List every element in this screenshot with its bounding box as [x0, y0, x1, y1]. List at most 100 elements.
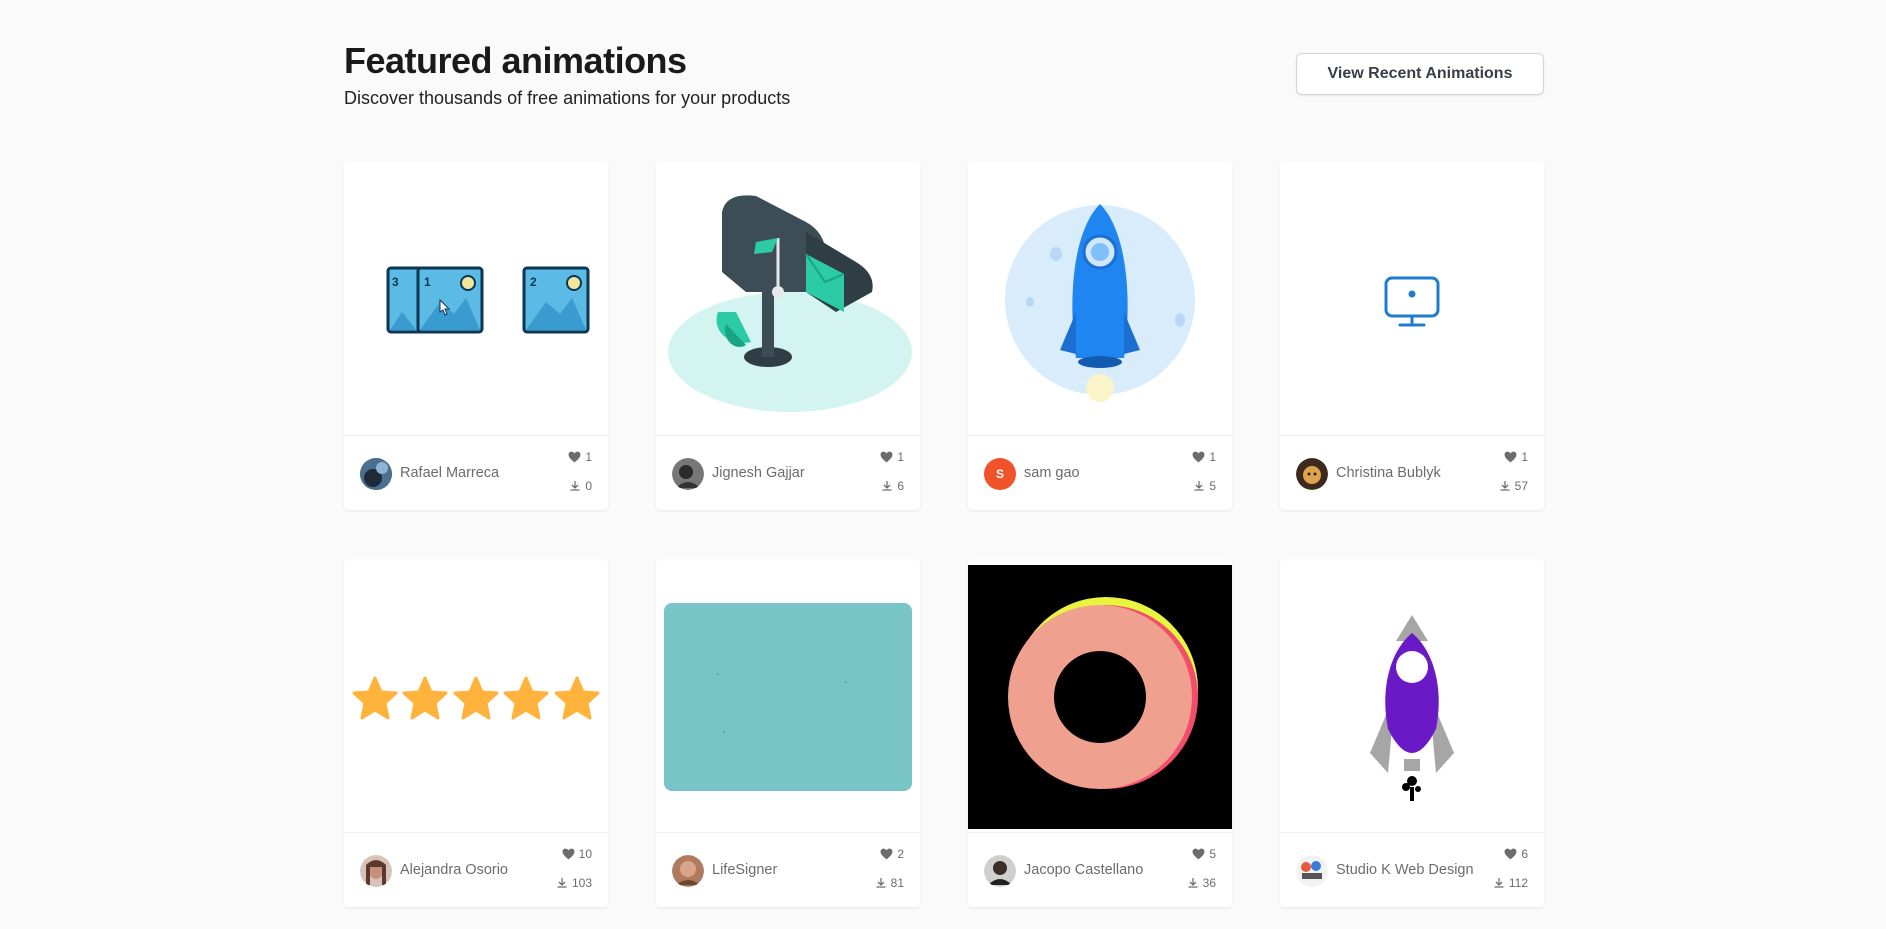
card-footer: Christina Bublyk 1 57 — [1280, 435, 1544, 510]
card-footer: LifeSigner 2 81 — [656, 832, 920, 907]
card-footer: Jacopo Castellano 5 36 — [968, 832, 1232, 907]
like-count-value: 2 — [897, 847, 904, 861]
like-count-value: 1 — [585, 450, 592, 464]
author-name[interactable]: Jignesh Gajjar — [712, 465, 805, 481]
animation-card[interactable]: Studio K Web Design 6 112 — [1280, 559, 1544, 907]
like-count[interactable]: 10 — [562, 847, 592, 861]
download-count[interactable]: 103 — [556, 876, 592, 890]
download-count[interactable]: 81 — [875, 876, 904, 890]
animation-preview-image-stack[interactable]: 3 1 2 — [344, 162, 608, 435]
image-stack-illustration: 3 1 2 — [386, 266, 590, 334]
view-recent-animations-button[interactable]: View Recent Animations — [1296, 53, 1544, 95]
download-count-value: 81 — [890, 876, 904, 890]
download-count-value: 5 — [1209, 479, 1216, 493]
animation-preview-ring[interactable] — [968, 559, 1232, 832]
author-avatar[interactable]: S — [984, 458, 1016, 490]
author-name[interactable]: Studio K Web Design — [1336, 862, 1474, 878]
download-icon — [557, 878, 567, 888]
author-avatar[interactable] — [360, 855, 392, 887]
author-name[interactable]: sam gao — [1024, 465, 1080, 481]
animation-preview-mailbox[interactable] — [656, 162, 920, 435]
animation-card[interactable]: LifeSigner 2 81 — [656, 559, 920, 907]
image-number-label: 1 — [424, 275, 431, 289]
download-icon — [882, 481, 892, 491]
download-icon — [1188, 878, 1198, 888]
download-icon — [1494, 878, 1504, 888]
card-footer: Studio K Web Design 6 112 — [1280, 832, 1544, 907]
download-icon — [876, 878, 886, 888]
like-count[interactable]: 6 — [1504, 847, 1528, 861]
download-icon — [1194, 481, 1204, 491]
like-count-value: 1 — [897, 450, 904, 464]
animation-preview-star-rating[interactable] — [344, 559, 608, 832]
card-footer: Alejandra Osorio 10 103 — [344, 832, 608, 907]
like-count-value: 1 — [1521, 450, 1528, 464]
animation-card[interactable]: Jignesh Gajjar 1 6 — [656, 162, 920, 510]
animation-preview-monitor[interactable] — [1280, 162, 1544, 435]
star-icon — [503, 676, 549, 720]
author-name[interactable]: Christina Bublyk — [1336, 465, 1441, 481]
like-count-value: 5 — [1209, 847, 1216, 861]
teal-panel-illustration — [664, 603, 912, 791]
author-avatar[interactable] — [360, 458, 392, 490]
animation-card[interactable]: 3 1 2 Rafael Marreca 1 0 — [344, 162, 608, 510]
like-count-value: 1 — [1209, 450, 1216, 464]
download-count[interactable]: 0 — [569, 479, 592, 493]
image-number-label: 2 — [530, 275, 537, 289]
animation-preview-blue-rocket[interactable] — [968, 162, 1232, 435]
download-count-value: 103 — [571, 876, 592, 890]
animation-card[interactable]: S sam gao 1 5 — [968, 162, 1232, 510]
download-count[interactable]: 57 — [1499, 479, 1528, 493]
animation-card[interactable]: Jacopo Castellano 5 36 — [968, 559, 1232, 907]
avatar-initial: S — [995, 467, 1004, 481]
author-name[interactable]: Alejandra Osorio — [400, 862, 508, 878]
animation-card[interactable]: Alejandra Osorio 10 103 — [344, 559, 608, 907]
heart-icon — [1504, 848, 1517, 860]
purple-rocket-illustration — [1370, 615, 1454, 801]
download-count[interactable]: 5 — [1193, 479, 1216, 493]
heart-icon — [880, 451, 893, 463]
card-footer: S sam gao 1 5 — [968, 435, 1232, 510]
like-count[interactable]: 2 — [880, 847, 904, 861]
ring-illustration — [968, 565, 1232, 829]
like-count[interactable]: 1 — [1504, 450, 1528, 464]
heart-icon — [568, 451, 581, 463]
animation-card[interactable]: Christina Bublyk 1 57 — [1280, 162, 1544, 510]
download-count[interactable]: 6 — [881, 479, 904, 493]
author-name[interactable]: Rafael Marreca — [400, 465, 499, 481]
like-count-value: 6 — [1521, 847, 1528, 861]
monitor-icon — [1384, 276, 1440, 327]
animation-preview-teal-panel[interactable] — [656, 559, 920, 832]
star-icon — [453, 676, 499, 720]
animation-preview-purple-rocket[interactable] — [1280, 559, 1544, 832]
author-avatar[interactable] — [1296, 458, 1328, 490]
card-footer: Jignesh Gajjar 1 6 — [656, 435, 920, 510]
author-name[interactable]: LifeSigner — [712, 862, 777, 878]
author-avatar[interactable] — [984, 855, 1016, 887]
heart-icon — [1192, 451, 1205, 463]
author-avatar[interactable] — [672, 458, 704, 490]
image-number-label: 3 — [392, 275, 399, 289]
heart-icon — [1192, 848, 1205, 860]
download-count[interactable]: 36 — [1187, 876, 1216, 890]
card-footer: Rafael Marreca 1 0 — [344, 435, 608, 510]
download-count-value: 57 — [1514, 479, 1528, 493]
mailbox-illustration — [668, 195, 912, 412]
author-avatar[interactable] — [672, 855, 704, 887]
download-count[interactable]: 112 — [1493, 876, 1528, 890]
download-icon — [1500, 481, 1510, 491]
heart-icon — [562, 848, 575, 860]
author-name[interactable]: Jacopo Castellano — [1024, 862, 1143, 878]
like-count[interactable]: 1 — [880, 450, 904, 464]
heart-icon — [1504, 451, 1517, 463]
heart-icon — [880, 848, 893, 860]
star-icon — [402, 676, 448, 720]
download-icon — [570, 481, 580, 491]
download-count-value: 6 — [897, 479, 904, 493]
like-count[interactable]: 5 — [1192, 847, 1216, 861]
author-avatar[interactable] — [1296, 855, 1328, 887]
download-count-value: 36 — [1202, 876, 1216, 890]
like-count[interactable]: 1 — [568, 450, 592, 464]
star-icon — [554, 676, 600, 720]
like-count[interactable]: 1 — [1192, 450, 1216, 464]
